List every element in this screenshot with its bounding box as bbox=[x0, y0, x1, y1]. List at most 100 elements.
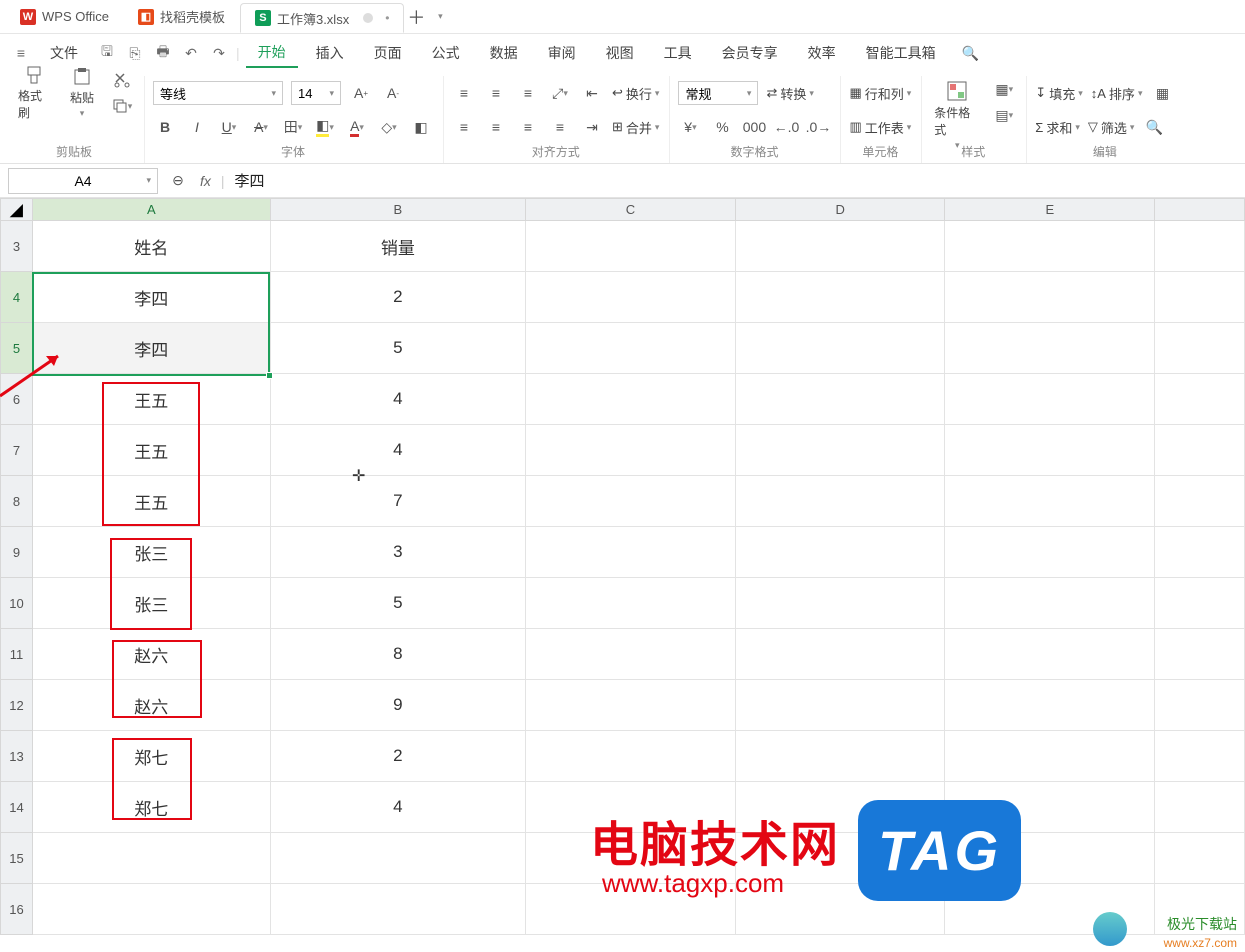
cell[interactable] bbox=[735, 323, 945, 374]
cell[interactable] bbox=[1155, 833, 1245, 884]
cell[interactable] bbox=[1155, 221, 1245, 272]
decrease-font-button[interactable]: A- bbox=[381, 82, 405, 104]
cell[interactable] bbox=[735, 425, 945, 476]
cell[interactable] bbox=[945, 221, 1155, 272]
cell[interactable] bbox=[735, 629, 945, 680]
cell[interactable] bbox=[945, 629, 1155, 680]
cell[interactable]: 5 bbox=[270, 578, 526, 629]
row-header[interactable]: 10 bbox=[1, 578, 33, 629]
fill-color-button[interactable]: ◧▾ bbox=[313, 116, 337, 138]
new-tab-button[interactable]: ＋ bbox=[404, 0, 428, 33]
col-header-a[interactable]: A bbox=[32, 199, 270, 221]
cell[interactable] bbox=[1155, 476, 1245, 527]
font-family-select[interactable]: 等线▾ bbox=[153, 81, 283, 105]
hamburger-icon[interactable]: ≡ bbox=[10, 42, 32, 64]
row-header[interactable]: 8 bbox=[1, 476, 33, 527]
row-header[interactable]: 16 bbox=[1, 884, 33, 935]
select-all-corner[interactable]: ◢ bbox=[1, 199, 33, 221]
menu-vip[interactable]: 会员专享 bbox=[710, 39, 790, 67]
cell[interactable]: 张三 bbox=[32, 578, 270, 629]
cell[interactable]: 郑七 bbox=[32, 731, 270, 782]
underline-button[interactable]: U▾ bbox=[217, 116, 241, 138]
cell[interactable] bbox=[526, 374, 736, 425]
cell[interactable] bbox=[526, 323, 736, 374]
cell[interactable] bbox=[1155, 782, 1245, 833]
justify-button[interactable]: ≡ bbox=[548, 116, 572, 138]
cell[interactable] bbox=[270, 833, 526, 884]
name-box[interactable]: A4 ▾ bbox=[8, 168, 158, 194]
indent-dec-button[interactable]: ⇤ bbox=[580, 82, 604, 104]
cell[interactable] bbox=[735, 578, 945, 629]
tab-wps-home[interactable]: W WPS Office bbox=[6, 0, 124, 33]
currency-button[interactable]: ¥▾ bbox=[678, 116, 702, 138]
percent-button[interactable]: % bbox=[710, 116, 734, 138]
cell[interactable] bbox=[526, 272, 736, 323]
menu-efficiency[interactable]: 效率 bbox=[796, 39, 848, 67]
cell[interactable]: 姓名 bbox=[32, 221, 270, 272]
cell[interactable] bbox=[1155, 323, 1245, 374]
strikethrough-button[interactable]: A▾ bbox=[249, 116, 273, 138]
cell[interactable]: 张三 bbox=[32, 527, 270, 578]
menu-formula[interactable]: 公式 bbox=[420, 39, 472, 67]
menu-review[interactable]: 审阅 bbox=[536, 39, 588, 67]
row-header[interactable]: 9 bbox=[1, 527, 33, 578]
filter-button[interactable]: ▽筛选▾ bbox=[1088, 118, 1135, 137]
menu-start[interactable]: 开始 bbox=[246, 38, 298, 68]
tab-daoke[interactable]: ◧ 找稻壳模板 bbox=[124, 0, 240, 33]
row-header[interactable]: 11 bbox=[1, 629, 33, 680]
fx-icon[interactable]: fx bbox=[200, 173, 211, 189]
fill-handle[interactable] bbox=[266, 372, 273, 379]
cell[interactable] bbox=[526, 578, 736, 629]
sort-button[interactable]: ↕A排序▾ bbox=[1091, 84, 1143, 103]
align-left-button[interactable]: ≡ bbox=[452, 116, 476, 138]
cell[interactable] bbox=[945, 527, 1155, 578]
col-header-c[interactable]: C bbox=[526, 199, 736, 221]
cell[interactable]: 2 bbox=[270, 731, 526, 782]
cell[interactable] bbox=[526, 527, 736, 578]
formula-input[interactable]: 李四 bbox=[235, 170, 265, 191]
phonetic-button[interactable]: ◇▾ bbox=[377, 116, 401, 138]
col-header-d[interactable]: D bbox=[735, 199, 945, 221]
cell[interactable] bbox=[945, 425, 1155, 476]
table-style-button[interactable]: ▤▾ bbox=[992, 104, 1016, 126]
cell[interactable] bbox=[1155, 680, 1245, 731]
indent-inc-button[interactable]: ⇥ bbox=[580, 116, 604, 138]
cell[interactable] bbox=[526, 629, 736, 680]
row-header[interactable]: 12 bbox=[1, 680, 33, 731]
cell[interactable] bbox=[945, 476, 1155, 527]
cell[interactable]: 2 bbox=[270, 272, 526, 323]
find-button[interactable]: 🔍 bbox=[1142, 116, 1166, 138]
cell[interactable] bbox=[32, 833, 270, 884]
cell[interactable]: 3 bbox=[270, 527, 526, 578]
cell[interactable]: 8 bbox=[270, 629, 526, 680]
cell[interactable] bbox=[1155, 272, 1245, 323]
worksheet-button[interactable]: ▥工作表▾ bbox=[849, 118, 911, 137]
cell[interactable] bbox=[735, 731, 945, 782]
clear-format-button[interactable]: ◧ bbox=[409, 116, 433, 138]
cell[interactable] bbox=[526, 731, 736, 782]
cell[interactable] bbox=[1155, 629, 1245, 680]
font-size-select[interactable]: 14▾ bbox=[291, 81, 341, 105]
cell[interactable] bbox=[526, 425, 736, 476]
tab-workbook[interactable]: S 工作簿3.xlsx • bbox=[240, 3, 404, 33]
redo-icon[interactable]: ↷ bbox=[208, 42, 230, 64]
cell[interactable] bbox=[735, 221, 945, 272]
cell[interactable]: 5 bbox=[270, 323, 526, 374]
align-center-button[interactable]: ≡ bbox=[484, 116, 508, 138]
font-color-button[interactable]: A▾ bbox=[345, 116, 369, 138]
cell[interactable]: 王五 bbox=[32, 476, 270, 527]
save-icon[interactable]: 🖫 bbox=[96, 42, 118, 64]
align-middle-button[interactable]: ≡ bbox=[484, 82, 508, 104]
cell[interactable] bbox=[1155, 578, 1245, 629]
menu-smart[interactable]: 智能工具箱 bbox=[854, 39, 948, 67]
row-header[interactable]: 3 bbox=[1, 221, 33, 272]
col-header-b[interactable]: B bbox=[270, 199, 526, 221]
menu-view[interactable]: 视图 bbox=[594, 39, 646, 67]
cell[interactable] bbox=[735, 272, 945, 323]
cell[interactable] bbox=[1155, 425, 1245, 476]
wrap-text-button[interactable]: ↩换行▾ bbox=[612, 84, 659, 103]
decrease-decimal-button[interactable]: .0→ bbox=[806, 116, 830, 138]
format-painter-button[interactable]: 格式刷 bbox=[14, 63, 54, 123]
new-tab-dropdown[interactable]: ▾ bbox=[428, 0, 452, 33]
cell[interactable] bbox=[945, 323, 1155, 374]
